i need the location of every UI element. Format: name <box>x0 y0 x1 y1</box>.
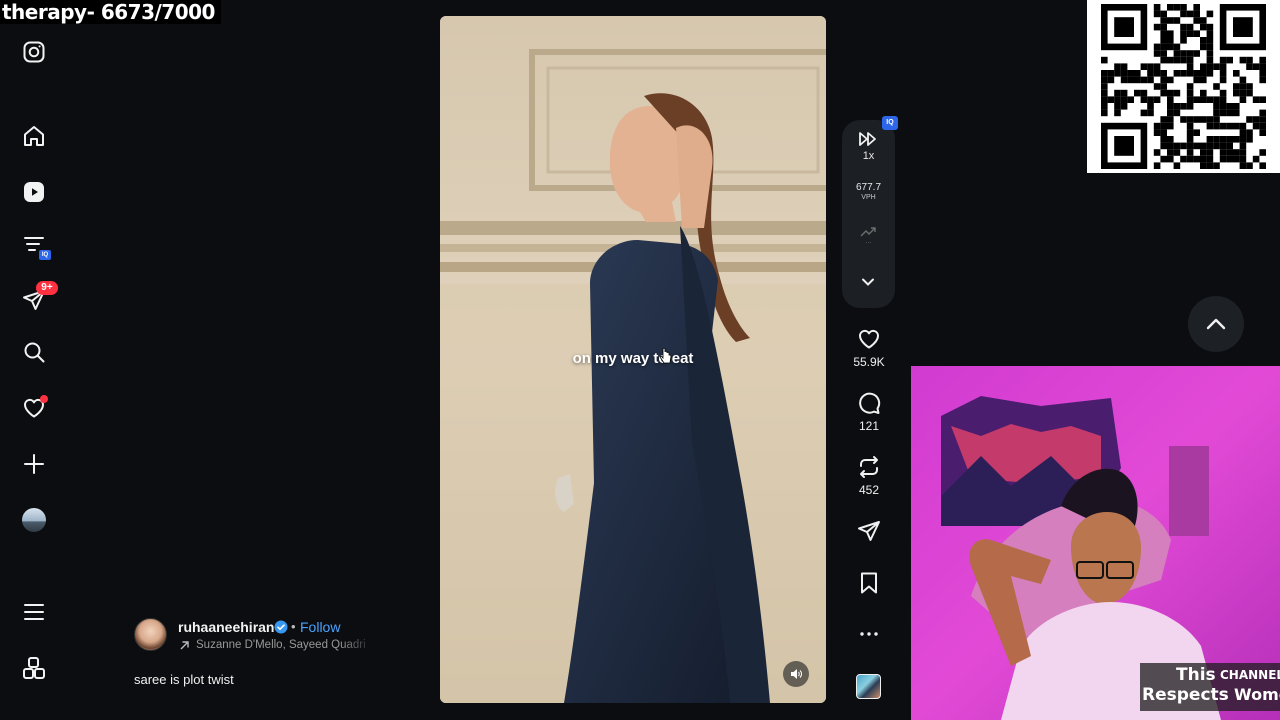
author-username[interactable]: ruhaaneehiran <box>178 619 274 635</box>
scroll-up-button[interactable] <box>1188 296 1244 352</box>
trend-icon <box>860 227 876 237</box>
vph-label: VPH <box>861 194 876 201</box>
iq-badge: IQ <box>39 250 51 260</box>
messages-badge: 9+ <box>36 281 58 295</box>
messages-icon[interactable]: 9+ <box>14 280 58 320</box>
notification-dot <box>40 395 48 403</box>
reels-icon[interactable] <box>14 172 54 212</box>
more-icon[interactable] <box>14 648 54 688</box>
tag-this: This <box>1176 665 1216 685</box>
speed-panel: 1x 677.7 VPH ... <box>842 120 895 308</box>
arrow-up-right-icon <box>180 641 189 650</box>
sidebar: IQ 9+ <box>0 0 68 720</box>
speaker-icon <box>791 669 802 679</box>
like-button[interactable]: 55.9K <box>844 327 894 369</box>
comment-button[interactable]: 121 <box>844 391 894 433</box>
chevron-up-icon <box>1206 318 1226 330</box>
send-icon <box>858 521 880 541</box>
repost-button[interactable]: 452 <box>844 455 894 497</box>
collaborators[interactable]: Suzanne D'Mello, Sayeed Quadri <box>196 639 376 651</box>
author-avatar[interactable] <box>134 618 167 651</box>
vph-value: 677.7 <box>855 182 882 193</box>
instagram-icon[interactable] <box>14 32 54 72</box>
save-button[interactable] <box>844 571 894 595</box>
avatar <box>22 508 46 532</box>
repost-icon <box>860 456 878 478</box>
tag-women: Women <box>1234 685 1280 704</box>
fast-forward-icon[interactable] <box>858 130 878 148</box>
tag-channel: CHANNEL <box>1220 668 1280 682</box>
verified-icon <box>274 620 288 634</box>
separator: • <box>291 619 296 634</box>
channel-tag: This CHANNEL Respects Women <box>1140 663 1280 711</box>
tag-respects: Respects <box>1142 685 1229 705</box>
share-button[interactable] <box>844 519 894 543</box>
more-options-button[interactable] <box>844 622 894 646</box>
feed-filter-icon[interactable]: IQ <box>14 224 54 264</box>
trend-dots: ... <box>865 238 872 245</box>
comment-count: 121 <box>858 419 880 433</box>
follow-button[interactable]: Follow <box>300 619 340 635</box>
profile-avatar[interactable] <box>14 500 54 540</box>
mouse-cursor-icon <box>660 348 672 364</box>
home-icon[interactable] <box>14 116 54 156</box>
create-icon[interactable] <box>14 444 54 484</box>
chevron-down-icon[interactable] <box>860 274 876 290</box>
audio-thumbnail[interactable] <box>856 674 881 699</box>
notifications-icon[interactable] <box>14 388 54 428</box>
mute-button[interactable] <box>783 661 809 687</box>
repost-count: 452 <box>858 483 880 497</box>
reel-video[interactable]: on my way to eat <box>440 16 826 703</box>
search-icon[interactable] <box>14 332 54 372</box>
heart-icon <box>858 329 880 349</box>
menu-icon[interactable] <box>14 592 54 632</box>
iq-badge: IQ <box>882 116 898 130</box>
playback-speed[interactable]: 1x <box>842 150 895 162</box>
qr-code <box>1087 0 1280 173</box>
qr-code-image <box>1100 4 1267 169</box>
video-caption: on my way to eat <box>572 350 694 367</box>
ellipsis-icon <box>860 632 878 636</box>
post-caption: saree is plot twist <box>134 672 234 687</box>
like-count: 55.9K <box>853 355 885 369</box>
bookmark-icon <box>861 572 877 594</box>
comment-icon <box>859 392 881 414</box>
